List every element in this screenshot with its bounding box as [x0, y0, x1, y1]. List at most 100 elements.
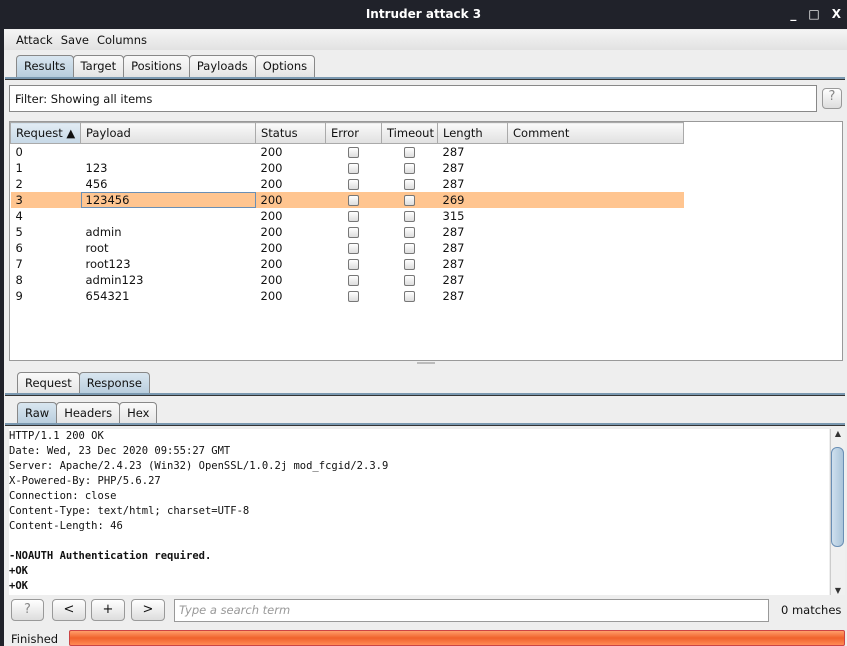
response-line: +OK	[9, 565, 28, 577]
table-row[interactable]: 5 admin 200 287	[11, 224, 684, 240]
status-cell: 200	[255, 191, 326, 208]
table-row[interactable]: 7 root123 200 287	[11, 256, 684, 272]
tab-results[interactable]: Results	[16, 55, 74, 77]
comment-cell	[508, 224, 684, 240]
column-length[interactable]: Length	[437, 122, 508, 144]
request-cell: 2	[15, 176, 23, 191]
payload-cell: admin123	[85, 272, 144, 287]
column-comment[interactable]: Comment	[507, 122, 684, 144]
comment-cell	[507, 191, 684, 208]
timeout-checkbox[interactable]	[403, 226, 415, 238]
error-checkbox[interactable]	[347, 274, 359, 286]
response-body[interactable]: HTTP/1.1 200 OK Date: Wed, 23 Dec 2020 09…	[9, 429, 829, 595]
scroll-up-icon[interactable]: ▲	[831, 429, 845, 438]
request-cell: 5	[15, 224, 23, 239]
timeout-checkbox[interactable]	[403, 290, 415, 302]
split-pane-divider[interactable]	[9, 362, 843, 366]
payload-cell	[81, 144, 256, 160]
menu-save[interactable]: Save	[61, 30, 89, 50]
status-cell: 200	[260, 208, 283, 223]
tab-raw[interactable]: Raw	[17, 402, 58, 424]
error-checkbox[interactable]	[347, 194, 359, 206]
minimize-button[interactable]: _	[790, 0, 796, 29]
error-checkbox[interactable]	[347, 290, 359, 302]
error-checkbox[interactable]	[347, 162, 359, 174]
table-row[interactable]: 3 123456 200 269	[10, 191, 684, 208]
error-checkbox[interactable]	[347, 178, 359, 190]
timeout-checkbox[interactable]	[403, 242, 415, 254]
menu-attack[interactable]: Attack	[16, 30, 53, 50]
window-border	[0, 29, 4, 646]
payload-cell: 123	[85, 160, 108, 175]
tab-request[interactable]: Request	[17, 372, 80, 394]
tab-payloads[interactable]: Payloads	[188, 55, 256, 77]
timeout-checkbox[interactable]	[403, 274, 415, 286]
error-checkbox[interactable]	[347, 226, 359, 238]
search-help-button[interactable]: ?	[11, 599, 44, 621]
search-input[interactable]: Type a search term	[174, 599, 769, 622]
status-cell: 200	[260, 288, 283, 303]
request-cell: 7	[15, 256, 23, 271]
timeout-checkbox[interactable]	[403, 162, 415, 174]
table-row[interactable]: 2 456 200 287	[11, 176, 684, 192]
search-next-button[interactable]: >	[131, 599, 165, 621]
search-add-button[interactable]: +	[91, 599, 125, 621]
table-row[interactable]: 4 200 315	[11, 208, 684, 224]
timeout-checkbox[interactable]	[403, 146, 415, 158]
error-checkbox[interactable]	[347, 258, 359, 270]
request-cell: 4	[15, 208, 23, 223]
timeout-checkbox[interactable]	[403, 210, 415, 222]
response-line: Date: Wed, 23 Dec 2020 09:55:27 GMT	[9, 445, 231, 457]
timeout-checkbox[interactable]	[403, 194, 415, 206]
length-cell: 287	[442, 256, 465, 271]
tab-positions[interactable]: Positions	[123, 55, 190, 77]
length-cell: 287	[442, 160, 465, 175]
scroll-down-icon[interactable]: ▼	[831, 586, 845, 595]
response-line: +OK	[9, 580, 28, 592]
tab-hex[interactable]: Hex	[119, 402, 158, 424]
response-line	[9, 534, 829, 549]
table-row[interactable]: 0 200 287	[11, 144, 684, 160]
close-button[interactable]: X	[832, 0, 841, 29]
length-cell: 287	[442, 224, 465, 239]
table-row[interactable]: 9 654321 200 287	[11, 288, 684, 304]
status-cell: 200	[260, 176, 283, 191]
tab-headers[interactable]: Headers	[56, 402, 121, 424]
column-error[interactable]: Error	[325, 122, 382, 144]
column-request[interactable]: Request ▲	[10, 122, 81, 144]
results-table: Request ▲ Payload Status Error Timeout L…	[9, 121, 843, 361]
error-cell	[326, 208, 382, 224]
error-cell	[326, 240, 382, 256]
tab-target[interactable]: Target	[72, 55, 125, 77]
column-status[interactable]: Status	[255, 122, 326, 144]
tab-options[interactable]: Options	[254, 55, 316, 77]
menu-columns[interactable]: Columns	[97, 30, 147, 50]
timeout-cell	[382, 240, 438, 256]
response-line: Server: Apache/2.4.23 (Win32) OpenSSL/1.…	[9, 460, 389, 472]
column-timeout[interactable]: Timeout	[381, 122, 438, 144]
timeout-cell	[382, 224, 438, 240]
comment-cell	[508, 208, 684, 224]
search-prev-button[interactable]: <	[52, 599, 86, 621]
table-row[interactable]: 8 admin123 200 287	[11, 272, 684, 288]
error-checkbox[interactable]	[347, 146, 359, 158]
request-cell: 3	[10, 191, 81, 208]
length-cell: 287	[442, 144, 465, 159]
error-checkbox[interactable]	[347, 210, 359, 222]
maximize-button[interactable]: □	[808, 0, 819, 29]
tab-response[interactable]: Response	[78, 372, 150, 394]
scrollbar-thumb[interactable]	[831, 447, 844, 547]
error-checkbox[interactable]	[347, 242, 359, 254]
tab-divider	[5, 423, 845, 426]
timeout-checkbox[interactable]	[403, 258, 415, 270]
table-row[interactable]: 1 123 200 287	[11, 160, 684, 176]
timeout-cell	[382, 160, 438, 176]
column-payload[interactable]: Payload	[80, 122, 256, 144]
filter-bar[interactable]: Filter: Showing all items	[9, 85, 817, 112]
request-cell: 8	[15, 272, 23, 287]
timeout-checkbox[interactable]	[403, 178, 415, 190]
help-icon[interactable]: ?	[822, 88, 842, 109]
comment-cell	[508, 272, 684, 288]
table-row[interactable]: 6 root 200 287	[11, 240, 684, 256]
payload-cell: 123456	[80, 191, 256, 208]
